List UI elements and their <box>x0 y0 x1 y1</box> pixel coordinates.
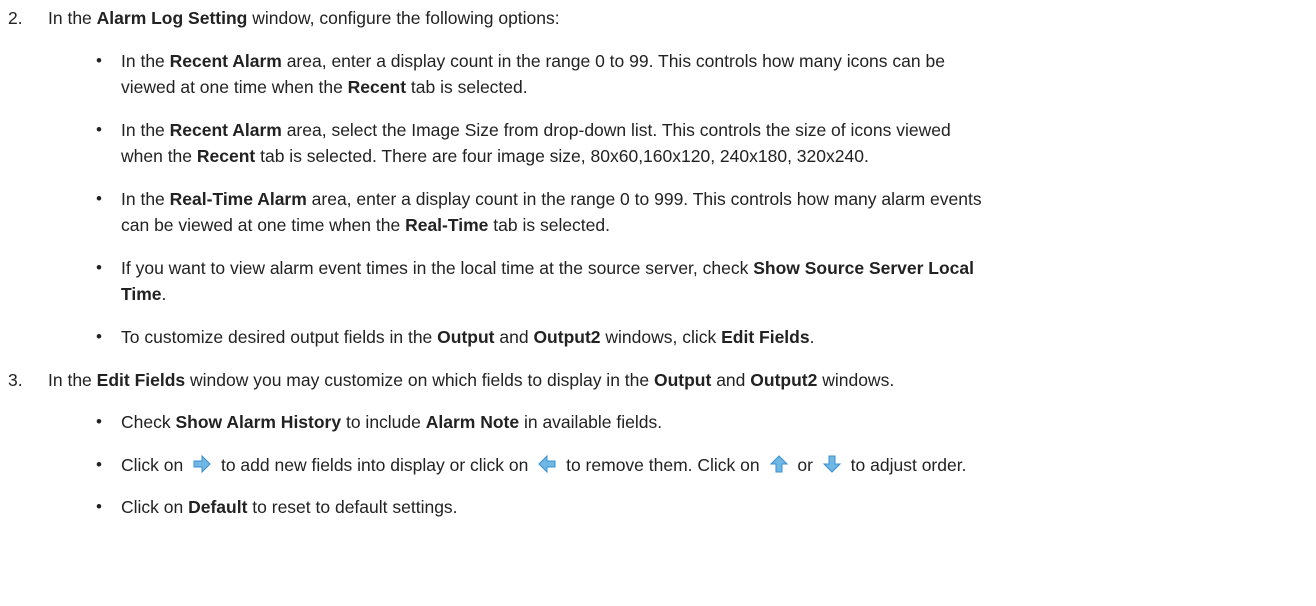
list-item-text: In the Real-Time Alarm area, enter a dis… <box>121 189 982 235</box>
bullet-dot: • <box>96 497 102 516</box>
step-text: In the Edit Fields window you may custom… <box>48 370 895 390</box>
bullet-dot: • <box>96 412 102 431</box>
list-item-text: Click on to add new fields into display … <box>121 454 967 475</box>
arrow-left-icon <box>537 454 557 474</box>
step-number: 3. <box>8 370 23 390</box>
step-number: 2. <box>8 8 23 28</box>
arrow-right-icon <box>192 454 212 474</box>
list-item-text: Click on Default to reset to default set… <box>121 497 458 517</box>
bullet-dot: • <box>96 455 102 474</box>
arrow-up-icon <box>769 454 789 474</box>
bullet-dot: • <box>96 189 102 208</box>
step-text: In the Alarm Log Setting window, configu… <box>48 8 560 28</box>
bullet-dot: • <box>96 327 102 346</box>
bullet-dot: • <box>96 258 102 277</box>
bullet-dot: • <box>96 51 102 70</box>
list-item-text: In the Recent Alarm area, enter a displa… <box>121 51 945 97</box>
arrow-down-icon <box>822 454 842 474</box>
list-item-text: In the Recent Alarm area, select the Ima… <box>121 120 951 166</box>
list-item-text: To customize desired output fields in th… <box>121 327 815 347</box>
list-item-text: If you want to view alarm event times in… <box>121 258 975 304</box>
list-item-text: Check Show Alarm History to include Alar… <box>121 412 663 432</box>
bullet-dot: • <box>96 120 102 139</box>
